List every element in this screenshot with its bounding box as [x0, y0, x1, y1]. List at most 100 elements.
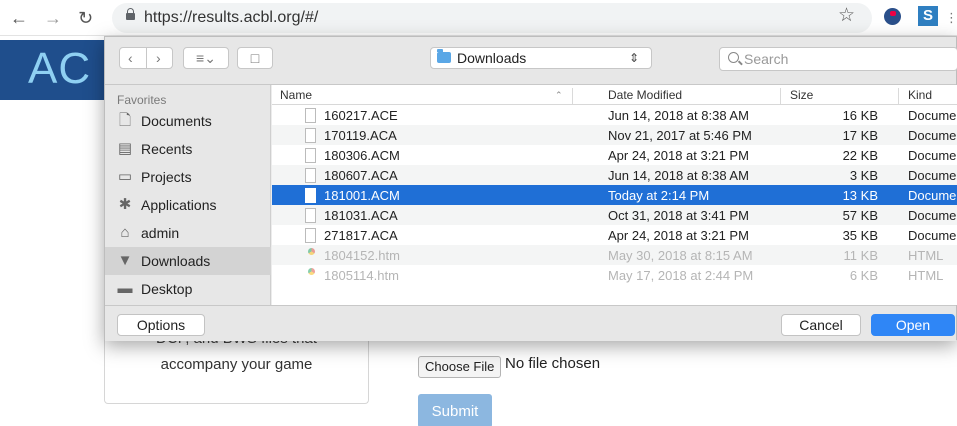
- sidebar-item-recents[interactable]: ▤ Recents: [105, 135, 271, 163]
- sidebar-item-admin[interactable]: ⌂ admin: [105, 219, 271, 247]
- favorites-heading: Favorites: [117, 93, 167, 107]
- file-kind: Documer: [908, 148, 957, 163]
- table-row-disabled: 1804152.htm May 30, 2018 at 8:15 AM 11 K…: [272, 245, 957, 265]
- document-icon: 🗋: [118, 112, 132, 129]
- url-text: https://results.acbl.org/#/: [144, 9, 319, 26]
- sidebar-item-label: Projects: [141, 169, 192, 185]
- file-name: 180607.ACA: [324, 168, 398, 183]
- file-open-dialog: ‹ › ≡⌄ □ Downloads ⇕ Favorites 🗋 Documen…: [104, 36, 957, 341]
- column-header-row: Name ⌃ Date Modified Size Kind: [272, 85, 957, 105]
- document-icon: [305, 148, 316, 163]
- search-input[interactable]: [744, 50, 944, 68]
- extension-s-icon[interactable]: S: [918, 6, 938, 26]
- search-box[interactable]: [719, 47, 957, 71]
- address-bar[interactable]: https://results.acbl.org/#/: [112, 3, 872, 33]
- dialog-sidebar: Favorites 🗋 Documents ▤ Recents ▭ Projec…: [105, 85, 271, 305]
- sidebar-item-label: admin: [141, 225, 180, 241]
- table-row[interactable]: 180306.ACM Apr 24, 2018 at 3:21 PM 22 KB…: [272, 145, 957, 165]
- table-row[interactable]: 170119.ACA Nov 21, 2017 at 5:46 PM 17 KB…: [272, 125, 957, 145]
- file-date: Oct 31, 2018 at 3:41 PM: [608, 208, 749, 223]
- file-kind: Documer: [908, 228, 957, 243]
- reload-icon[interactable]: ↻: [78, 6, 93, 30]
- list-view-icon: ≡⌄: [196, 50, 216, 66]
- dialog-footer: Options Cancel Open: [105, 305, 956, 341]
- column-header-kind[interactable]: Kind: [908, 88, 932, 102]
- file-date: Nov 21, 2017 at 5:46 PM: [608, 128, 752, 143]
- browser-toolbar: ← → ↻ https://results.acbl.org/#/ ☆ S ⋮: [0, 0, 957, 36]
- document-icon: [305, 188, 316, 203]
- sidebar-item-projects[interactable]: ▭ Projects: [105, 163, 271, 191]
- sidebar-item-downloads[interactable]: ▼ Downloads: [105, 247, 271, 275]
- table-row[interactable]: 180607.ACA Jun 14, 2018 at 8:38 AM 3 KB …: [272, 165, 957, 185]
- file-kind: Documer: [908, 128, 957, 143]
- file-size: 17 KB: [842, 128, 878, 143]
- cancel-button[interactable]: Cancel: [781, 314, 861, 336]
- submit-button[interactable]: Submit: [418, 394, 492, 426]
- file-size: 6 KB: [849, 268, 878, 283]
- choose-file-button[interactable]: Choose File: [418, 356, 502, 378]
- site-logo: AC: [0, 40, 118, 100]
- file-date: May 17, 2018 at 2:44 PM: [608, 268, 754, 283]
- sidebar-item-documents[interactable]: 🗋 Documents: [105, 107, 271, 135]
- table-row[interactable]: 271817.ACA Apr 24, 2018 at 3:21 PM 35 KB…: [272, 225, 957, 245]
- search-icon: [728, 52, 739, 63]
- file-date: Jun 14, 2018 at 8:38 AM: [608, 108, 749, 123]
- star-icon[interactable]: ☆: [838, 4, 855, 27]
- lock-icon: [126, 8, 135, 20]
- sidebar-item-label: Documents: [141, 113, 212, 129]
- extension-icon[interactable]: [884, 8, 901, 25]
- file-size: 11 KB: [843, 248, 878, 263]
- table-row[interactable]: 160217.ACE Jun 14, 2018 at 8:38 AM 16 KB…: [272, 105, 957, 125]
- file-size: 13 KB: [842, 188, 878, 203]
- file-size: 22 KB: [842, 148, 878, 163]
- location-label: Downloads: [457, 50, 527, 66]
- file-kind: Documer: [908, 208, 957, 223]
- chevron-right-icon[interactable]: ›: [156, 48, 161, 68]
- folder-icon: ▭: [117, 168, 133, 185]
- sort-chevron-icon: ⌃: [555, 90, 563, 100]
- file-name: 181001.ACM: [324, 188, 400, 203]
- desktop-icon: ▬: [117, 280, 133, 297]
- column-header-name[interactable]: Name: [280, 88, 312, 102]
- sidebar-item-label: Desktop: [141, 281, 193, 297]
- chevron-left-icon[interactable]: ‹: [128, 48, 133, 68]
- view-mode-button[interactable]: ≡⌄: [183, 47, 229, 69]
- file-date: May 30, 2018 at 8:15 AM: [608, 248, 753, 263]
- sidebar-item-desktop[interactable]: ▬ Desktop: [105, 275, 271, 303]
- back-forward-control: ‹ ›: [119, 47, 173, 69]
- open-button[interactable]: Open: [871, 314, 955, 336]
- downloads-icon: ▼: [117, 252, 133, 269]
- table-row-disabled: 1805114.htm May 17, 2018 at 2:44 PM 6 KB…: [272, 265, 957, 285]
- sidebar-item-applications[interactable]: ✱ Applications: [105, 191, 271, 219]
- file-list: Name ⌃ Date Modified Size Kind 160217.AC…: [272, 85, 957, 305]
- column-header-date[interactable]: Date Modified: [608, 88, 682, 102]
- file-name: 180306.ACM: [324, 148, 400, 163]
- arrow-right-icon[interactable]: →: [44, 6, 62, 30]
- document-icon: [305, 228, 316, 243]
- arrow-left-icon[interactable]: ←: [10, 6, 28, 30]
- home-icon: ⌂: [120, 224, 130, 241]
- logo-text: AC: [28, 44, 92, 93]
- file-kind: HTML: [908, 248, 944, 263]
- table-row-selected[interactable]: 181001.ACM Today at 2:14 PM 13 KB Docume…: [272, 185, 957, 205]
- new-folder-button[interactable]: □: [237, 47, 273, 69]
- file-name: 170119.ACA: [324, 128, 397, 143]
- file-name: 181031.ACA: [324, 208, 398, 223]
- table-row[interactable]: 181031.ACA Oct 31, 2018 at 3:41 PM 57 KB…: [272, 205, 957, 225]
- file-date: Jun 14, 2018 at 8:38 AM: [608, 168, 749, 183]
- card-text-line-2: accompany your game: [160, 356, 313, 373]
- folder-icon: [437, 49, 451, 63]
- no-file-chosen-text: No file chosen: [505, 355, 601, 372]
- location-dropdown[interactable]: Downloads ⇕: [430, 47, 652, 69]
- file-size: 35 KB: [842, 228, 878, 243]
- document-icon: [305, 128, 316, 143]
- options-button[interactable]: Options: [117, 314, 205, 336]
- menu-icon[interactable]: ⋮: [945, 10, 957, 26]
- file-date: Today at 2:14 PM: [608, 188, 710, 203]
- updown-chevron-icon: ⇕: [628, 51, 639, 65]
- file-name: 1804152.htm: [324, 248, 400, 263]
- sidebar-item-label: Applications: [141, 197, 217, 213]
- file-name: 271817.ACA: [324, 228, 398, 243]
- column-header-size[interactable]: Size: [790, 88, 813, 102]
- document-icon: [305, 208, 316, 223]
